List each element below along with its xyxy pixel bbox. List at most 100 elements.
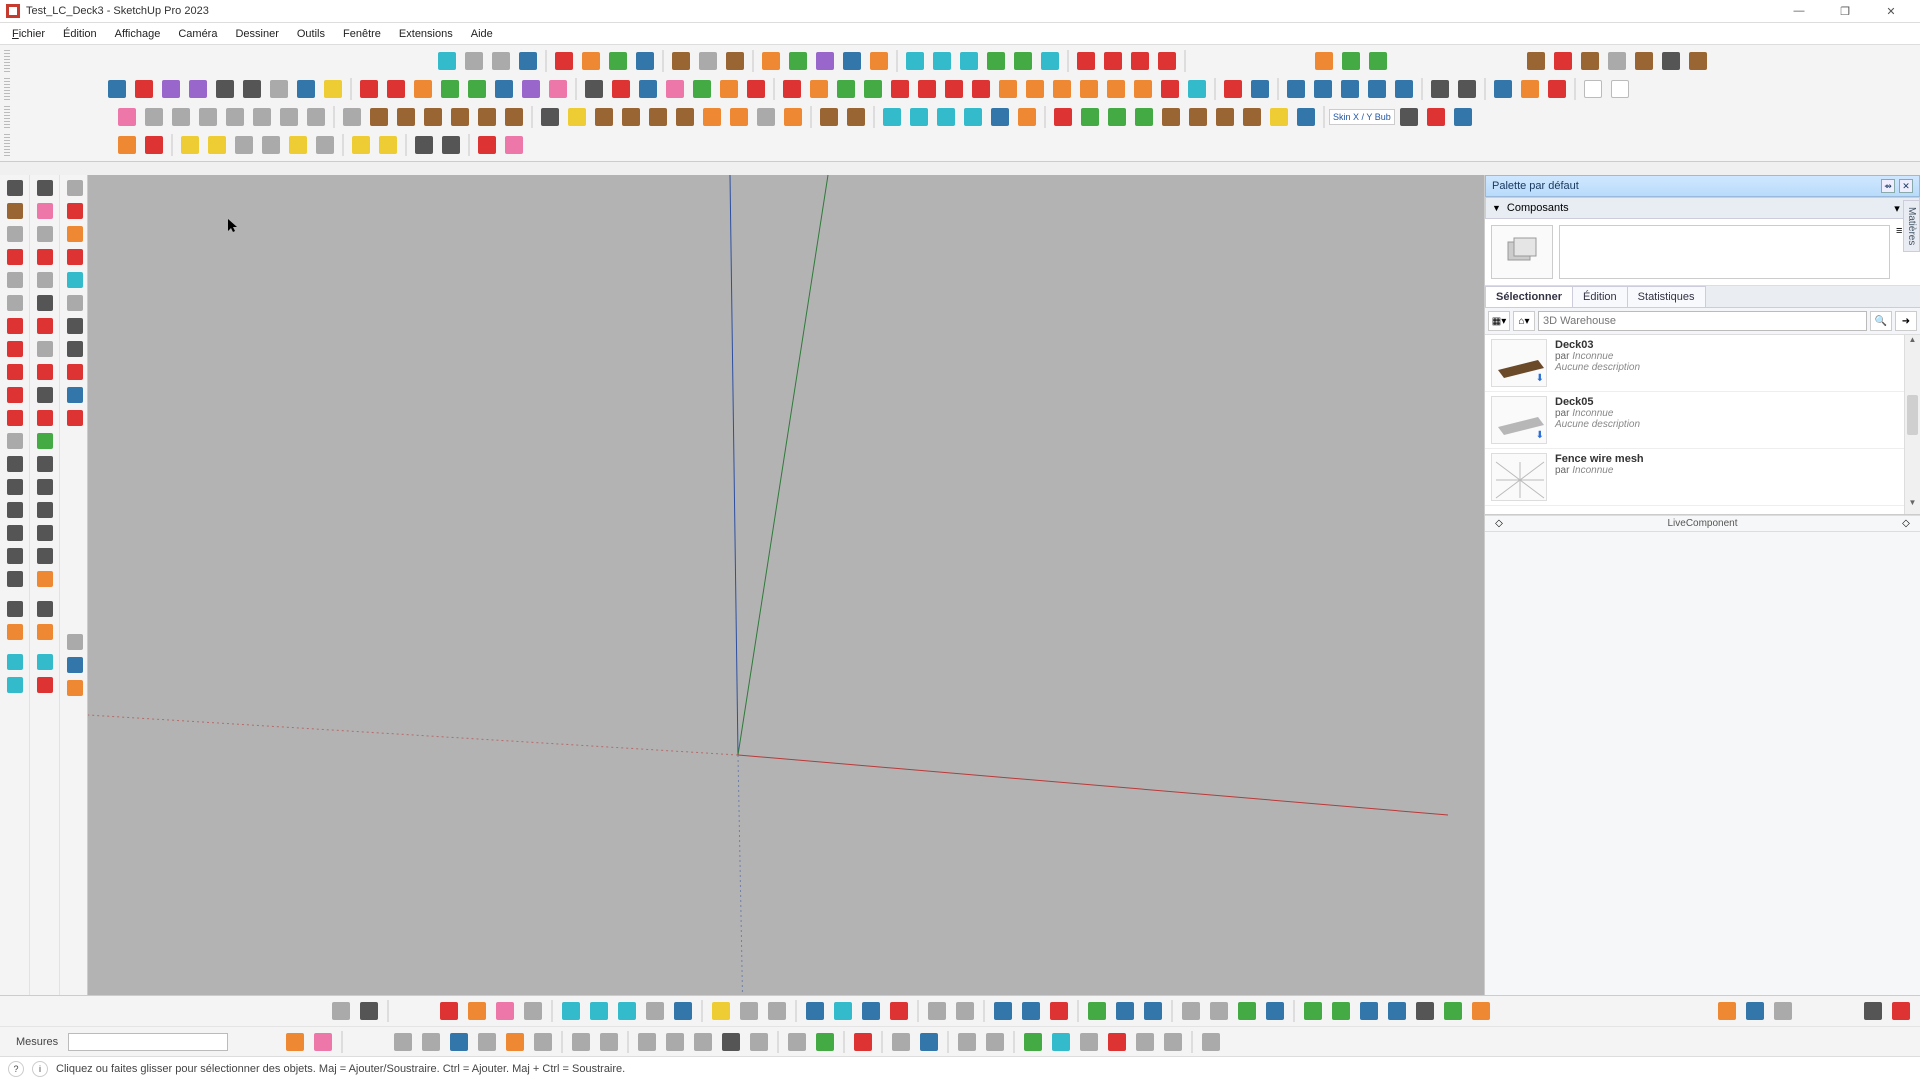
solid3-icon[interactable]: [933, 104, 959, 130]
arc7-icon[interactable]: [941, 76, 967, 102]
target2-icon[interactable]: [32, 545, 58, 567]
dia-green-icon[interactable]: [437, 76, 463, 102]
gear-icon[interactable]: [32, 384, 58, 406]
chart-icon[interactable]: [802, 999, 828, 1023]
solid6-icon[interactable]: [1014, 104, 1040, 130]
eraser-icon[interactable]: [114, 104, 140, 130]
grid-b-icon[interactable]: [982, 1030, 1008, 1054]
fold4-icon[interactable]: [718, 1030, 744, 1054]
help-status-icon[interactable]: ?: [8, 1061, 24, 1077]
hand-icon[interactable]: [114, 132, 140, 158]
shirt3-icon[interactable]: [812, 48, 838, 74]
cube-blue-icon[interactable]: [1742, 999, 1768, 1023]
viewport[interactable]: [88, 175, 1484, 1020]
components-section-header[interactable]: ▼ Composants ▾ ✕: [1485, 197, 1920, 219]
flag-blue-icon[interactable]: [62, 384, 88, 406]
mi1-icon[interactable]: [1490, 76, 1516, 102]
pen-red-icon[interactable]: [608, 76, 634, 102]
axis-icon[interactable]: [2, 522, 28, 544]
vis2-icon[interactable]: [464, 999, 490, 1023]
grp4-icon[interactable]: [1440, 999, 1466, 1023]
trash-icon[interactable]: [743, 76, 769, 102]
pencil-green-icon[interactable]: [605, 48, 631, 74]
shirt2-icon[interactable]: [785, 48, 811, 74]
dia-pink-icon[interactable]: [545, 76, 571, 102]
pencil2-icon[interactable]: [239, 76, 265, 102]
mark-icon[interactable]: [375, 132, 401, 158]
arc1-icon[interactable]: [779, 76, 805, 102]
tab2-icon[interactable]: [1112, 999, 1138, 1023]
fold5-icon[interactable]: [746, 1030, 772, 1054]
sz1-icon[interactable]: [1283, 76, 1309, 102]
measures-input[interactable]: [68, 1033, 228, 1051]
lamp-icon[interactable]: [348, 132, 374, 158]
download-icon[interactable]: ⬇: [1536, 430, 1544, 441]
mi3-icon[interactable]: [1544, 76, 1570, 102]
back-icon[interactable]: [62, 177, 88, 199]
legend-icon[interactable]: [1198, 1030, 1224, 1054]
curve1-icon[interactable]: [902, 48, 928, 74]
gear3-icon[interactable]: [850, 1030, 876, 1054]
tex4-icon[interactable]: [1131, 104, 1157, 130]
palette-pin-icon[interactable]: ⇴: [1881, 179, 1895, 193]
solid4-icon[interactable]: [960, 104, 986, 130]
solid1-icon[interactable]: [879, 104, 905, 130]
grp-icon[interactable]: [1356, 999, 1382, 1023]
menu-outils[interactable]: Outils: [289, 26, 333, 42]
fwd-icon[interactable]: [1300, 999, 1326, 1023]
arc2-icon[interactable]: [806, 76, 832, 102]
flag-red-icon[interactable]: [62, 361, 88, 383]
eye-tool-icon[interactable]: [32, 177, 58, 199]
tex5-icon[interactable]: [1158, 104, 1184, 130]
push-pull-icon[interactable]: [2, 338, 28, 360]
fold3-icon[interactable]: [690, 1030, 716, 1054]
b2-icon[interactable]: [310, 1030, 336, 1054]
col2-icon[interactable]: [366, 104, 392, 130]
layers1-icon[interactable]: [2, 651, 28, 673]
sz3-icon[interactable]: [1337, 76, 1363, 102]
home-icon[interactable]: ⌂▾: [1513, 311, 1535, 331]
blue1-icon[interactable]: [830, 999, 856, 1023]
layers-bottom3-icon[interactable]: [62, 677, 88, 699]
pen-orange-icon[interactable]: [716, 76, 742, 102]
flag2-icon[interactable]: [1607, 76, 1633, 102]
globe-icon[interactable]: [1184, 76, 1210, 102]
compass-icon[interactable]: [266, 76, 292, 102]
component-meta[interactable]: [1559, 225, 1890, 279]
tool-stack2-icon[interactable]: [726, 104, 752, 130]
book3-icon[interactable]: [1577, 48, 1603, 74]
hash-icon[interactable]: [303, 104, 329, 130]
follow-icon[interactable]: [32, 338, 58, 360]
cube-red-icon[interactable]: [1714, 999, 1740, 1023]
layers-bottom2-icon[interactable]: [62, 654, 88, 676]
shirt5-icon[interactable]: [866, 48, 892, 74]
tex7-icon[interactable]: [1212, 104, 1238, 130]
menu-dessiner[interactable]: Dessiner: [227, 26, 286, 42]
yellow-icon[interactable]: [320, 76, 346, 102]
nav1-icon[interactable]: [328, 999, 354, 1023]
cube3-icon[interactable]: [446, 1030, 472, 1054]
align1-icon[interactable]: [784, 1030, 810, 1054]
panel4-icon[interactable]: [62, 292, 88, 314]
circle2-icon[interactable]: [32, 292, 58, 314]
shadow-icon[interactable]: [312, 132, 338, 158]
grp1-icon[interactable]: [1220, 76, 1246, 102]
str1-icon[interactable]: [558, 999, 584, 1023]
line-tool-icon[interactable]: [2, 246, 28, 268]
curve3-icon[interactable]: [956, 48, 982, 74]
burst-icon[interactable]: [1048, 1030, 1074, 1054]
dia-red-icon[interactable]: [356, 76, 382, 102]
tool-box2-icon[interactable]: [645, 104, 671, 130]
pen-green-icon[interactable]: [689, 76, 715, 102]
eye2-icon[interactable]: [438, 132, 464, 158]
slab1-icon[interactable]: [568, 1030, 594, 1054]
str4-icon[interactable]: [642, 999, 668, 1023]
scroll-up-icon[interactable]: ▲: [1905, 335, 1920, 351]
pan-icon[interactable]: [2, 476, 28, 498]
panel1-icon[interactable]: [816, 104, 842, 130]
info-status-icon[interactable]: i: [32, 1061, 48, 1077]
palette-close-icon[interactable]: ✕: [1899, 179, 1913, 193]
sz4-icon[interactable]: [1364, 76, 1390, 102]
shirt1-icon[interactable]: [758, 48, 784, 74]
curve4-icon[interactable]: [983, 48, 1009, 74]
